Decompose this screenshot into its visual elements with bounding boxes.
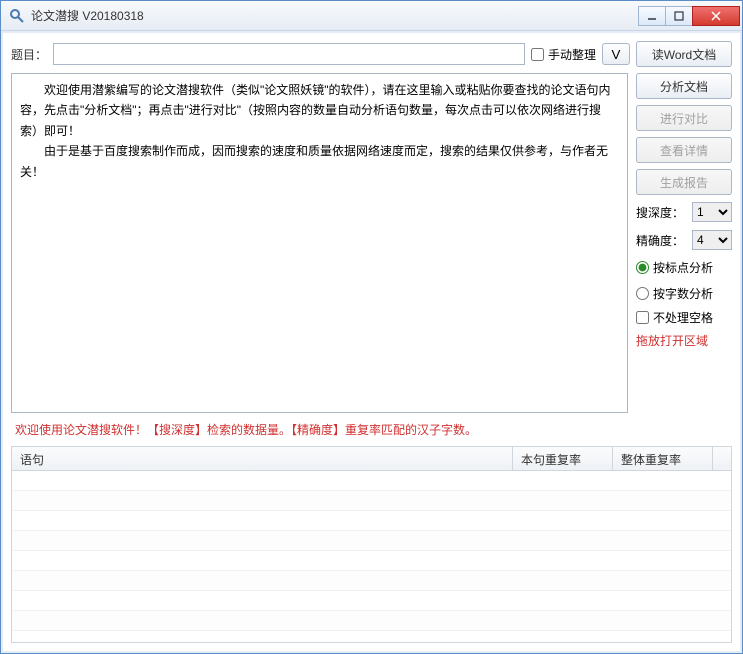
read-word-button[interactable]: 读Word文档 xyxy=(636,41,732,67)
close-button[interactable] xyxy=(692,6,740,26)
content-textarea[interactable]: 欢迎使用潜紫编写的论文潜搜软件（类似"论文照妖镜"的软件），请在这里输入或粘贴你… xyxy=(11,73,628,413)
hint-text: 欢迎使用论文潜搜软件！【搜深度】检索的数据量。【精确度】重复率匹配的汉子字数。 xyxy=(11,419,732,440)
minimize-button[interactable] xyxy=(638,6,666,26)
col-sentence[interactable]: 语句 xyxy=(12,447,513,470)
table-row[interactable] xyxy=(12,591,731,611)
table-row[interactable] xyxy=(12,611,731,631)
by-count-input[interactable] xyxy=(636,287,649,300)
drag-zone-label[interactable]: 拖放打开区域 xyxy=(636,332,732,349)
precision-label: 精确度： xyxy=(636,232,684,249)
title-row: 题目： 手动整理 V 读Word文档 xyxy=(11,41,732,67)
col-scroll-gap xyxy=(713,447,731,470)
table-row[interactable] xyxy=(12,531,731,551)
compare-button[interactable]: 进行对比 xyxy=(636,105,732,131)
by-punct-input[interactable] xyxy=(636,261,649,274)
depth-label: 搜深度： xyxy=(636,204,684,221)
client-area: 题目： 手动整理 V 读Word文档 欢迎使用潜紫编写的论文潜搜软件（类似"论文… xyxy=(1,31,742,653)
result-table: 语句 本句重复率 整体重复率 xyxy=(11,446,732,643)
table-body[interactable] xyxy=(12,471,731,642)
depth-select[interactable]: 1 xyxy=(692,202,732,222)
no-space-checkbox[interactable]: 不处理空格 xyxy=(636,309,732,326)
app-window: 论文潜搜 V20180318 题目： 手动整理 V 读Word文档 欢迎使用潜紫… xyxy=(0,0,743,654)
window-title: 论文潜搜 V20180318 xyxy=(31,7,639,24)
detail-button[interactable]: 查看详情 xyxy=(636,137,732,163)
maximize-button[interactable] xyxy=(665,6,693,26)
precision-control: 精确度： 4 xyxy=(636,229,732,251)
precision-select[interactable]: 4 xyxy=(692,230,732,250)
app-icon xyxy=(9,8,25,24)
title-label: 题目： xyxy=(11,46,47,63)
col-total-rate[interactable]: 整体重复率 xyxy=(613,447,713,470)
by-punct-label: 按标点分析 xyxy=(653,259,713,276)
manual-sort-checkbox[interactable]: 手动整理 xyxy=(531,46,596,63)
table-row[interactable] xyxy=(12,571,731,591)
intro-p1: 欢迎使用潜紫编写的论文潜搜软件（类似"论文照妖镜"的软件），请在这里输入或粘贴你… xyxy=(20,80,619,141)
side-column: 分析文档 进行对比 查看详情 生成报告 搜深度： 1 精确度： 4 按标点分析 xyxy=(636,73,732,413)
table-header: 语句 本句重复率 整体重复率 xyxy=(12,447,731,471)
v-button[interactable]: V xyxy=(602,43,630,65)
col-sentence-rate[interactable]: 本句重复率 xyxy=(513,447,613,470)
window-buttons xyxy=(639,6,740,26)
by-count-radio[interactable]: 按字数分析 xyxy=(636,283,732,303)
by-punct-radio[interactable]: 按标点分析 xyxy=(636,257,732,277)
no-space-label: 不处理空格 xyxy=(653,309,713,326)
report-button[interactable]: 生成报告 xyxy=(636,169,732,195)
table-row[interactable] xyxy=(12,511,731,531)
manual-sort-box[interactable] xyxy=(531,48,544,61)
table-row[interactable] xyxy=(12,471,731,491)
intro-p2: 由于是基于百度搜索制作而成，因而搜索的速度和质量依据网络速度而定，搜索的结果仅供… xyxy=(20,141,619,182)
no-space-box[interactable] xyxy=(636,311,649,324)
title-input[interactable] xyxy=(53,43,525,65)
manual-sort-label: 手动整理 xyxy=(548,46,596,63)
depth-control: 搜深度： 1 xyxy=(636,201,732,223)
titlebar[interactable]: 论文潜搜 V20180318 xyxy=(1,1,742,31)
by-count-label: 按字数分析 xyxy=(653,285,713,302)
analyze-button[interactable]: 分析文档 xyxy=(636,73,732,99)
main-row: 欢迎使用潜紫编写的论文潜搜软件（类似"论文照妖镜"的软件），请在这里输入或粘贴你… xyxy=(11,73,732,413)
table-row[interactable] xyxy=(12,551,731,571)
table-row[interactable] xyxy=(12,491,731,511)
